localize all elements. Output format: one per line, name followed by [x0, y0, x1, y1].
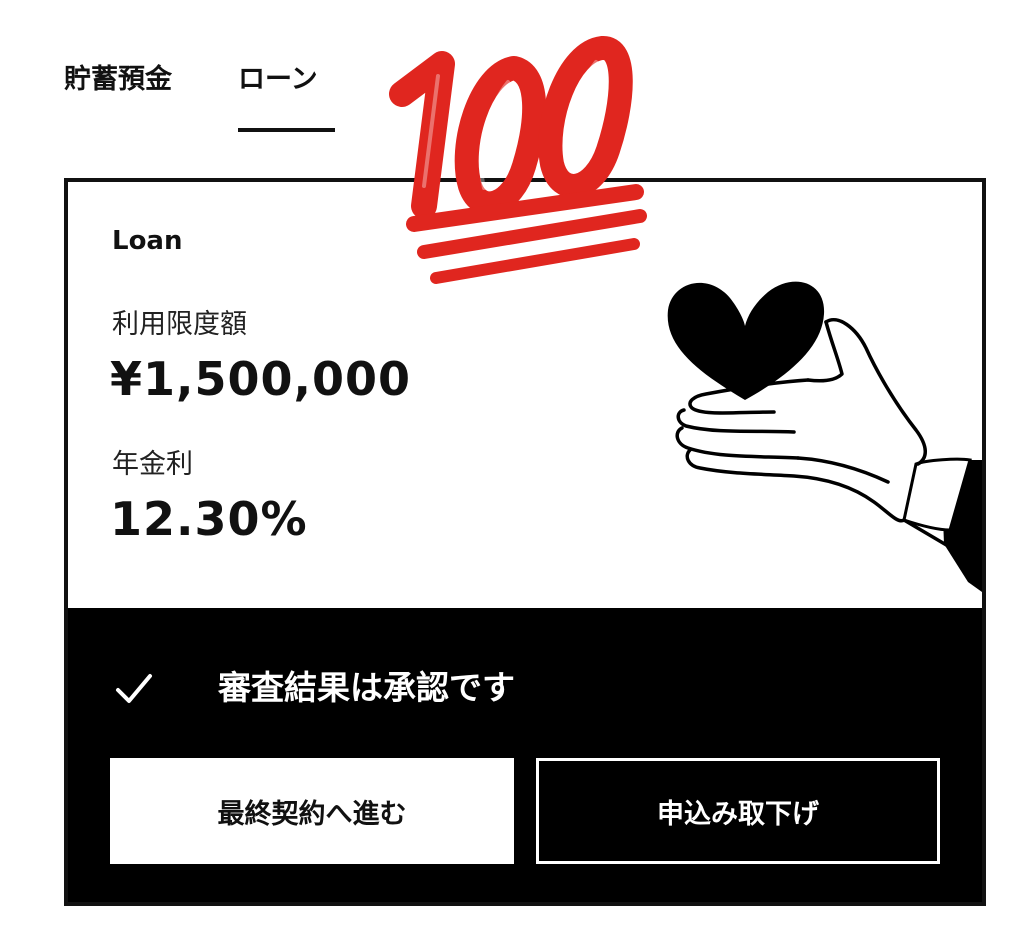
loan-details: Loan 利用限度額 ¥1,500,000 年金利 12.30% — [68, 182, 982, 608]
credit-limit-label: 利用限度額 — [112, 309, 247, 340]
tab-savings[interactable]: 貯蓄預金 — [64, 60, 172, 100]
active-tab-indicator — [238, 128, 335, 132]
card-title: Loan — [112, 226, 183, 256]
interest-rate-value: 12.30% — [110, 492, 308, 546]
approval-status-text: 審査結果は承認です — [218, 668, 515, 707]
approval-status: 審査結果は承認です — [114, 664, 814, 714]
interest-rate-label: 年金利 — [112, 449, 193, 480]
withdraw-application-button[interactable]: 申込み取下げ — [536, 758, 940, 864]
check-icon — [116, 674, 152, 703]
tab-loan[interactable]: ローン — [238, 60, 318, 100]
credit-limit-value: ¥1,500,000 — [110, 352, 412, 406]
loan-card: Loan 利用限度額 ¥1,500,000 年金利 12.30% 審査結果は承認… — [64, 178, 986, 906]
hand-holding-heart-icon — [667, 281, 982, 592]
approval-panel: 審査結果は承認です 最終契約へ進む 申込み取下げ — [68, 608, 982, 902]
tab-bar: 貯蓄預金 ローン — [64, 60, 364, 140]
proceed-to-contract-button[interactable]: 最終契約へ進む — [110, 758, 514, 864]
